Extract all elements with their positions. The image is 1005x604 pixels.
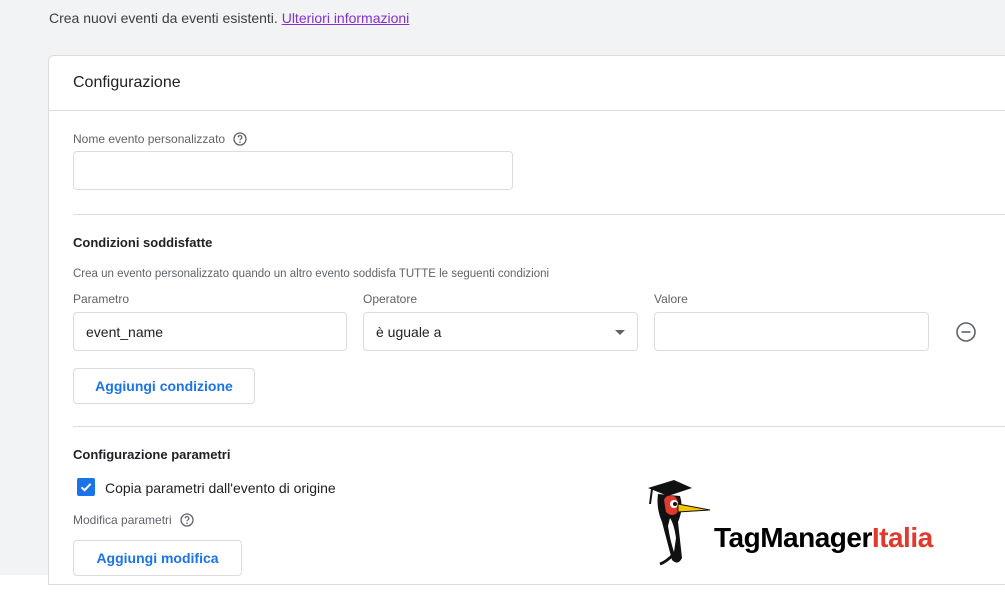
custom-event-label: Nome evento personalizzato bbox=[73, 132, 226, 146]
learn-more-link[interactable]: Ulteriori informazioni bbox=[282, 10, 410, 26]
modify-parameters-label-row: Modifica parametri bbox=[73, 513, 194, 527]
divider bbox=[73, 214, 1005, 215]
operator-selected-value: è uguale a bbox=[376, 323, 442, 340]
help-icon[interactable] bbox=[180, 513, 194, 527]
parameters-title: Configurazione parametri bbox=[73, 447, 231, 462]
conditions-title: Condizioni soddisfatte bbox=[73, 235, 213, 250]
checkmark-icon bbox=[80, 483, 92, 492]
parameter-input[interactable]: event_name bbox=[73, 312, 347, 351]
parameter-column-label: Parametro bbox=[73, 292, 130, 306]
custom-event-label-row: Nome evento personalizzato bbox=[73, 132, 247, 146]
operator-column-label: Operatore bbox=[363, 292, 418, 306]
conditions-hint: Crea un evento personalizzato quando un … bbox=[73, 268, 550, 280]
operator-select[interactable]: è uguale a bbox=[363, 312, 638, 351]
copy-parameters-label: Copia parametri dall'evento di origine bbox=[105, 480, 336, 496]
intro-description: Crea nuovi eventi da eventi esistenti. bbox=[49, 10, 278, 26]
remove-condition-icon[interactable] bbox=[955, 321, 977, 343]
woodpecker-mascot-icon bbox=[648, 480, 711, 566]
divider bbox=[73, 426, 1005, 427]
dropdown-caret-icon bbox=[615, 330, 625, 335]
card-title: Configurazione bbox=[49, 56, 1005, 111]
modify-parameters-label: Modifica parametri bbox=[73, 513, 172, 527]
help-icon[interactable] bbox=[233, 132, 247, 146]
intro-text: Crea nuovi eventi da eventi esistenti. U… bbox=[49, 10, 409, 26]
add-condition-button[interactable]: Aggiungi condizione bbox=[73, 368, 255, 404]
add-modification-button[interactable]: Aggiungi modifica bbox=[73, 540, 242, 576]
custom-event-input[interactable] bbox=[73, 151, 513, 190]
value-input[interactable] bbox=[654, 312, 929, 351]
logo-brand-accent: Italia bbox=[871, 522, 933, 553]
logo-brand-main: TagManager bbox=[714, 522, 872, 553]
tagmanager-italia-logo: TagManagerItalia bbox=[644, 478, 974, 570]
copy-parameters-checkbox[interactable] bbox=[77, 478, 95, 496]
logo-wordmark: TagManagerItalia bbox=[714, 522, 933, 554]
value-column-label: Valore bbox=[654, 292, 688, 306]
